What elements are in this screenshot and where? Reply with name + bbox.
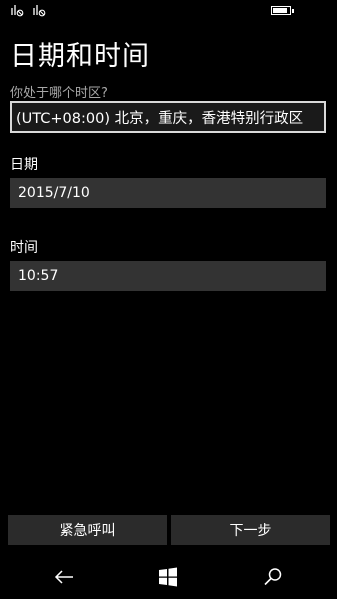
page-title: 日期和时间 xyxy=(10,41,150,72)
timezone-value: (UTC+08:00) 北京，重庆，香港特别行政区 xyxy=(16,110,304,127)
date-picker[interactable]: 2015/7/10 xyxy=(10,178,326,208)
timezone-select[interactable]: (UTC+08:00) 北京，重庆，香港特别行政区 xyxy=(10,101,326,133)
signal-sim2-icon xyxy=(33,5,46,17)
emergency-call-button[interactable]: 紧急呼叫 xyxy=(8,515,167,545)
date-value: 2015/7/10 xyxy=(18,185,90,201)
time-label: 时间 xyxy=(10,240,38,256)
back-arrow-icon[interactable] xyxy=(53,566,75,588)
date-label: 日期 xyxy=(10,157,38,173)
windows-start-icon[interactable] xyxy=(157,566,179,588)
navigation-bar xyxy=(0,556,337,599)
search-icon[interactable] xyxy=(262,566,284,588)
signal-sim1-icon xyxy=(11,5,24,17)
time-value: 10:57 xyxy=(18,268,59,284)
status-bar xyxy=(0,0,337,22)
timezone-question: 你处于哪个时区? xyxy=(10,86,108,101)
battery-icon xyxy=(271,6,294,15)
time-picker[interactable]: 10:57 xyxy=(10,261,326,291)
next-button[interactable]: 下一步 xyxy=(171,515,330,545)
